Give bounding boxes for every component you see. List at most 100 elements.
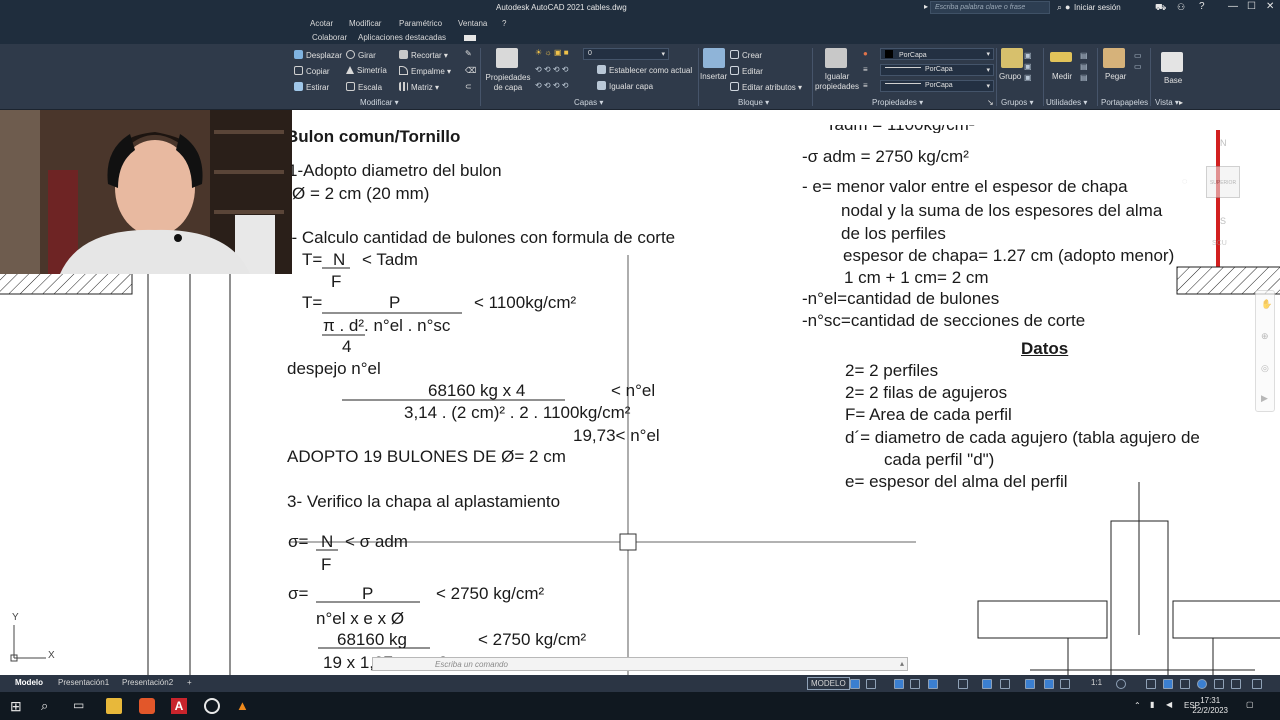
- menu-tab-parametrico[interactable]: Paramétrico: [399, 19, 442, 28]
- layers-panel-label[interactable]: Capas ▾: [574, 98, 603, 107]
- group-tools-icon[interactable]: ▣ ▣ ▣: [1024, 50, 1032, 83]
- gizmo-icon[interactable]: [1060, 679, 1070, 689]
- annotation-icon[interactable]: [1044, 679, 1054, 689]
- units-icon[interactable]: [1163, 679, 1173, 689]
- pencil-icon[interactable]: ✎: [465, 49, 472, 58]
- help-icon[interactable]: ?: [1199, 1, 1205, 12]
- drawing-canvas[interactable]: Bulon comun/Tornillo 1-Adopto diametro d…: [0, 110, 1280, 675]
- add-icon[interactable]: [1146, 679, 1156, 689]
- array-button[interactable]: Matriz ▾: [399, 82, 439, 92]
- file-explorer-icon[interactable]: [106, 698, 122, 714]
- notifications-icon[interactable]: ▢: [1246, 700, 1254, 709]
- menu-tab-help[interactable]: ?: [502, 19, 506, 28]
- command-history-icon[interactable]: ▴: [900, 659, 904, 668]
- menu-tab-ventana[interactable]: Ventana: [458, 19, 487, 28]
- rotate-button[interactable]: Girar: [346, 50, 376, 60]
- insert-button[interactable]: Insertar: [700, 72, 727, 81]
- search-input[interactable]: Escriba palabra clave o frase: [930, 1, 1050, 14]
- chevron-up-icon[interactable]: ⌃: [1134, 701, 1141, 710]
- vlc-icon[interactable]: ▲: [236, 698, 252, 714]
- copy-button[interactable]: Copiar: [294, 66, 330, 76]
- ribbon-tab-aplicaciones[interactable]: Aplicaciones destacadas: [358, 33, 446, 42]
- cart-icon[interactable]: ⛟: [1155, 2, 1166, 14]
- minimize-button[interactable]: —: [1228, 1, 1238, 12]
- clipboard-tools-icon[interactable]: ▭ ▭: [1134, 50, 1142, 72]
- model-space-button[interactable]: MODELO: [807, 677, 850, 690]
- orbit-icon[interactable]: ◎: [1261, 363, 1269, 374]
- transparency-icon[interactable]: [1000, 679, 1010, 689]
- color-dropdown[interactable]: PorCapa ▾: [880, 48, 994, 60]
- panel-expand-icon[interactable]: ↘: [987, 98, 994, 107]
- groups-panel-label[interactable]: Grupos ▾: [1001, 98, 1033, 107]
- annotation-scale[interactable]: 1:1: [1091, 678, 1102, 687]
- offset-icon[interactable]: ⊂: [465, 82, 472, 91]
- move-button[interactable]: Desplazar: [294, 50, 342, 60]
- properties-panel-label[interactable]: Propiedades ▾: [872, 98, 923, 107]
- measure-button[interactable]: Medir: [1052, 72, 1072, 81]
- showmotion-icon[interactable]: ▶: [1261, 393, 1268, 404]
- trim-button[interactable]: Recortar ▾: [399, 50, 448, 60]
- osnap-icon[interactable]: [928, 679, 938, 689]
- zoom-icon[interactable]: ⊕: [1261, 331, 1269, 342]
- block-panel-label[interactable]: Bloque ▾: [738, 98, 769, 107]
- lineweight-dropdown[interactable]: PorCapa ▾: [880, 80, 994, 92]
- eraser-icon[interactable]: ⌫: [465, 66, 476, 75]
- viewcube-north[interactable]: N: [1220, 138, 1227, 148]
- tab-model[interactable]: Modelo: [15, 678, 43, 687]
- stretch-button[interactable]: Estirar: [294, 82, 329, 92]
- windows-start-icon[interactable]: ⊞: [10, 698, 26, 714]
- layer-dropdown[interactable]: 0 ▾: [583, 48, 669, 60]
- create-block-button[interactable]: Crear: [730, 50, 762, 60]
- utility-tools-icon[interactable]: ▤ ▤ ▤: [1080, 50, 1088, 83]
- command-input[interactable]: Escriba un comando: [372, 657, 908, 671]
- clock[interactable]: 17:31 22/2/2023: [1192, 696, 1228, 716]
- clipboard-panel-label[interactable]: Portapapeles: [1101, 98, 1148, 107]
- snap-icon[interactable]: [866, 679, 876, 689]
- account-icon[interactable]: ⚇: [1177, 2, 1185, 13]
- usb-icon[interactable]: ▮: [1150, 700, 1154, 709]
- autocad-icon[interactable]: A: [171, 698, 187, 714]
- utilities-panel-label[interactable]: Utilidades ▾: [1046, 98, 1087, 107]
- pan-icon[interactable]: ✋: [1261, 299, 1272, 310]
- brave-icon[interactable]: [139, 698, 155, 714]
- menu-tab-acotar[interactable]: Acotar: [310, 19, 333, 28]
- search-icon[interactable]: ⌕: [1057, 2, 1062, 13]
- ortho-icon[interactable]: [894, 679, 904, 689]
- wcs-menu[interactable]: SCU: [1212, 240, 1227, 247]
- viewcube[interactable]: N SUPERIOR ◌ S SCU: [1178, 138, 1268, 254]
- group-button[interactable]: Grupo: [999, 72, 1021, 81]
- modify-panel-label[interactable]: Modificar ▾: [360, 98, 399, 107]
- tab-layout1[interactable]: Presentación1: [58, 678, 109, 687]
- clean-screen-icon[interactable]: [1231, 679, 1241, 689]
- ribbon-toggle-icon[interactable]: [464, 35, 476, 41]
- chevron-right-icon[interactable]: ▸: [924, 2, 928, 11]
- isolate-icon[interactable]: [1197, 679, 1207, 689]
- viewcube-face[interactable]: SUPERIOR: [1206, 166, 1240, 198]
- scale-button[interactable]: Escala: [346, 82, 382, 92]
- edit-attributes-button[interactable]: Editar atributos ▾: [730, 82, 802, 92]
- settings-gear-icon[interactable]: [1116, 679, 1126, 689]
- hardware-acceleration-icon[interactable]: [1214, 679, 1224, 689]
- lineweight-toggle-icon[interactable]: [982, 679, 992, 689]
- match-properties-button[interactable]: Igualar propiedades: [814, 72, 860, 92]
- volume-icon[interactable]: ◀: [1166, 700, 1172, 709]
- paste-button[interactable]: Pegar: [1105, 72, 1126, 81]
- base-button[interactable]: Base: [1164, 76, 1182, 85]
- navigation-bar[interactable]: ✋ ⊕ ◎ ▶: [1255, 290, 1275, 412]
- ribbon-tab-colaborar[interactable]: Colaborar: [312, 33, 347, 42]
- search-icon[interactable]: ⌕: [41, 698, 57, 714]
- customization-icon[interactable]: [1252, 679, 1262, 689]
- edit-block-button[interactable]: Editar: [730, 66, 763, 76]
- grid-icon[interactable]: [850, 679, 860, 689]
- polar-icon[interactable]: [910, 679, 920, 689]
- match-layer-button[interactable]: Igualar capa: [597, 81, 653, 91]
- linetype-dropdown[interactable]: PorCapa ▾: [880, 64, 994, 76]
- set-current-layer-button[interactable]: Establecer como actual: [597, 65, 692, 75]
- chevron-right-icon[interactable]: ▸: [1179, 98, 1183, 107]
- quick-properties-icon[interactable]: [1180, 679, 1190, 689]
- view-panel-label[interactable]: Vista ▾: [1155, 98, 1179, 107]
- layer-properties-button[interactable]: Propiedades de capa: [485, 73, 531, 93]
- obs-icon[interactable]: [204, 698, 220, 714]
- tab-layout2[interactable]: Presentación2: [122, 678, 173, 687]
- viewcube-south[interactable]: S: [1220, 216, 1226, 226]
